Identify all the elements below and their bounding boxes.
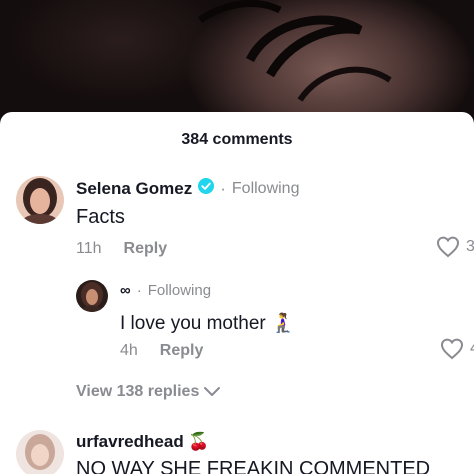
comment-time: 11h [76,240,102,257]
reply-button[interactable]: Reply [124,240,168,258]
reply-button[interactable]: Reply [160,342,204,360]
comment-meta: 4h Reply [120,342,203,360]
like-count: 3 [466,238,474,255]
comment-header: Selena Gomez · Following [76,178,299,199]
comment-meta: 11h Reply [76,240,167,258]
comment-text: I love you mother 🧎‍♀️ [120,313,295,334]
like-button[interactable]: 3 [436,236,474,258]
username[interactable]: Selena Gomez [76,179,192,199]
separator-dot: · [220,178,226,198]
avatar[interactable] [76,280,108,312]
video-background[interactable] [0,0,474,120]
comment-text: Facts [76,206,125,228]
like-button[interactable]: 4 [440,338,474,360]
video-frame [198,0,392,102]
like-count: 4 [470,340,474,358]
reply-header: ∞ · Following [120,282,211,299]
verified-badge-icon [198,178,215,199]
chevron-down-icon [204,387,221,396]
separator-dot: · [136,282,142,299]
username[interactable]: urfavredhead 🍒 [76,432,210,452]
avatar[interactable] [16,176,64,224]
heart-outline-icon [436,236,460,258]
view-replies-button[interactable]: View 138 replies [76,383,221,401]
following-label: Following [147,282,212,299]
comment-text: NO WAY SHE FREAKIN COMMENTED [76,458,431,474]
heart-outline-icon [440,338,464,360]
avatar[interactable] [16,430,64,474]
username[interactable]: ∞ [120,282,131,299]
comments-sheet: 384 comments Selena Gomez · Following Fa… [0,112,474,474]
comment-header: urfavredhead 🍒 [76,432,210,452]
view-replies-label: View 138 replies [76,383,200,400]
following-label: Following [231,179,300,197]
comment-count-title: 384 comments [181,131,293,148]
comment-time: 4h [120,342,138,359]
